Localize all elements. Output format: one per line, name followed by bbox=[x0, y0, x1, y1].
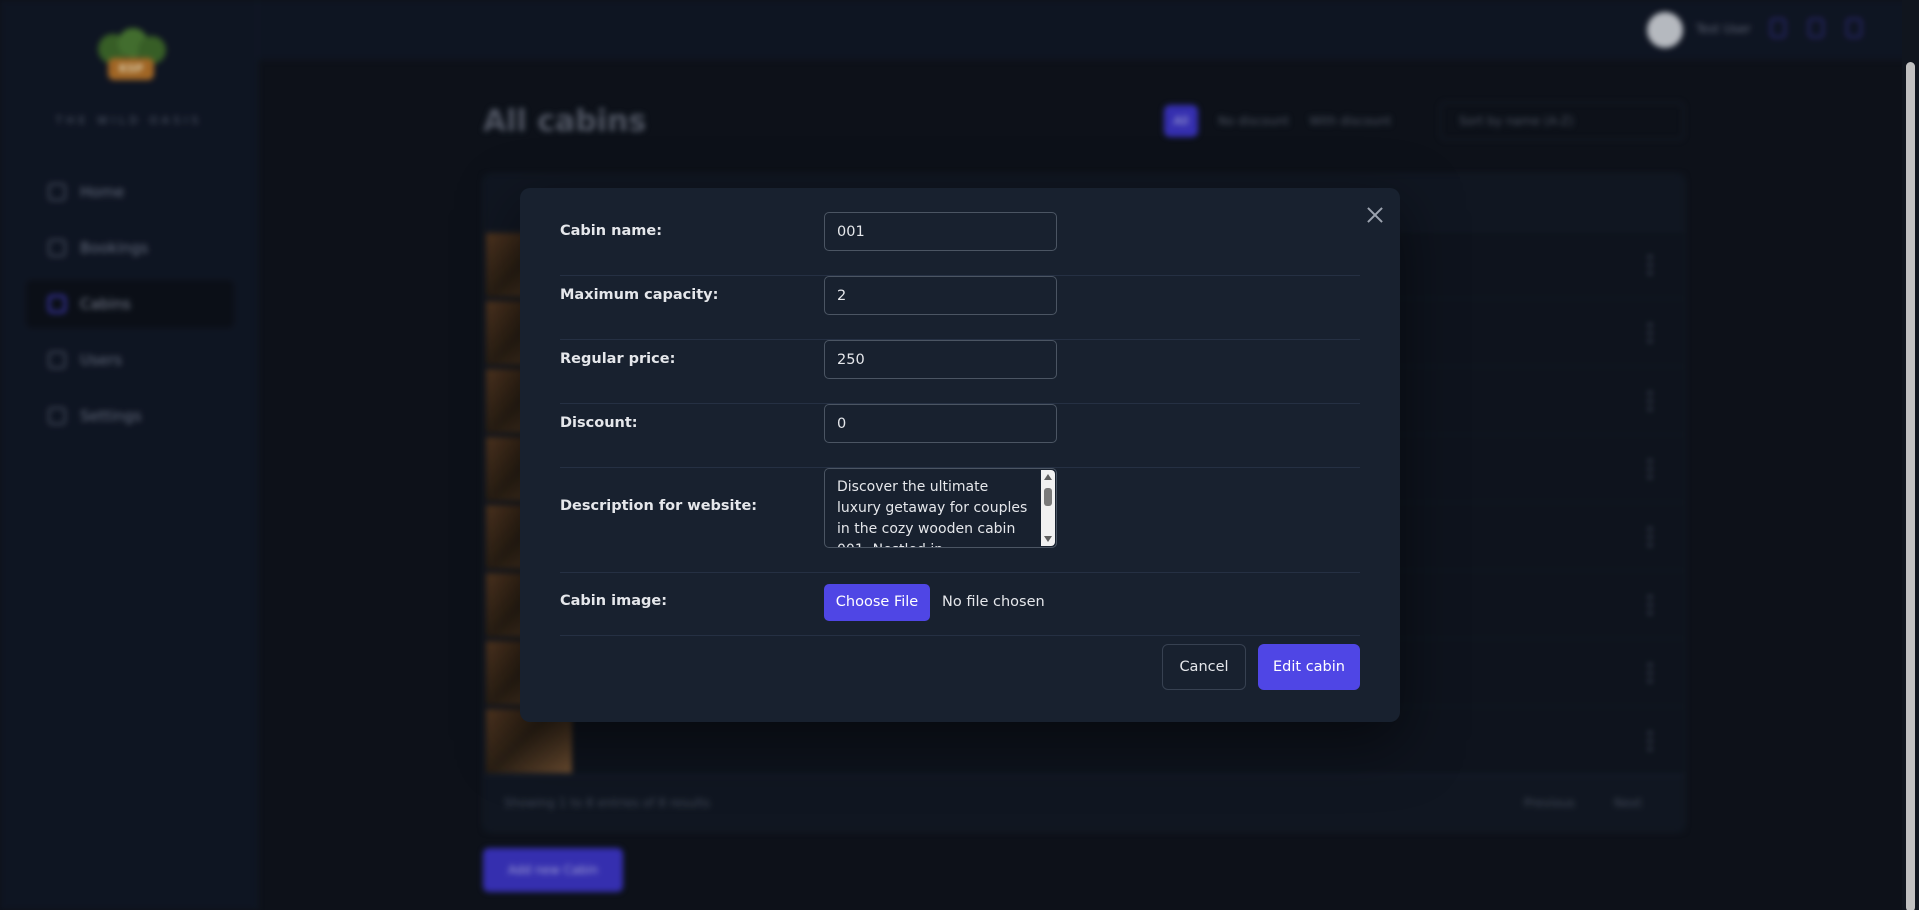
close-icon[interactable] bbox=[1362, 202, 1388, 228]
description-text: Discover the ultimate luxury getaway for… bbox=[837, 479, 1028, 547]
description-label: Description for website: bbox=[560, 498, 758, 514]
form-row-discount: Discount: bbox=[560, 404, 1360, 468]
form-row-regular-price: Regular price: bbox=[560, 340, 1360, 404]
form-row-max-capacity: Maximum capacity: bbox=[560, 276, 1360, 340]
cabin-name-input[interactable] bbox=[824, 212, 1057, 251]
max-capacity-input[interactable] bbox=[824, 276, 1057, 315]
scroll-down-arrow-icon[interactable] bbox=[1044, 536, 1052, 542]
form-row-cabin-image: Cabin image: Choose File No file chosen bbox=[560, 573, 1360, 636]
discount-label: Discount: bbox=[560, 415, 638, 431]
file-status-text: No file chosen bbox=[942, 594, 1045, 610]
cancel-button[interactable]: Cancel bbox=[1162, 644, 1246, 690]
form-row-cabin-name: Cabin name: bbox=[560, 212, 1360, 276]
cabin-image-label: Cabin image: bbox=[560, 593, 668, 609]
scroll-up-arrow-icon[interactable] bbox=[1044, 474, 1052, 480]
edit-cabin-modal: Cabin name: Maximum capacity: Regular pr… bbox=[520, 188, 1400, 722]
page-scrollbar[interactable] bbox=[1902, 0, 1919, 910]
edit-cabin-button[interactable]: Edit cabin bbox=[1258, 644, 1360, 690]
textarea-scrollbar-thumb[interactable] bbox=[1044, 488, 1052, 506]
max-capacity-label: Maximum capacity: bbox=[560, 287, 719, 303]
discount-input[interactable] bbox=[824, 404, 1057, 443]
description-textarea[interactable]: Discover the ultimate luxury getaway for… bbox=[824, 468, 1057, 548]
choose-file-button[interactable]: Choose File bbox=[824, 584, 930, 621]
textarea-scrollbar[interactable] bbox=[1041, 470, 1055, 546]
page-scrollbar-thumb[interactable] bbox=[1906, 62, 1915, 910]
regular-price-input[interactable] bbox=[824, 340, 1057, 379]
form-row-description: Description for website: Discover the ul… bbox=[560, 468, 1360, 573]
regular-price-label: Regular price: bbox=[560, 351, 676, 367]
cabin-name-label: Cabin name: bbox=[560, 223, 662, 239]
